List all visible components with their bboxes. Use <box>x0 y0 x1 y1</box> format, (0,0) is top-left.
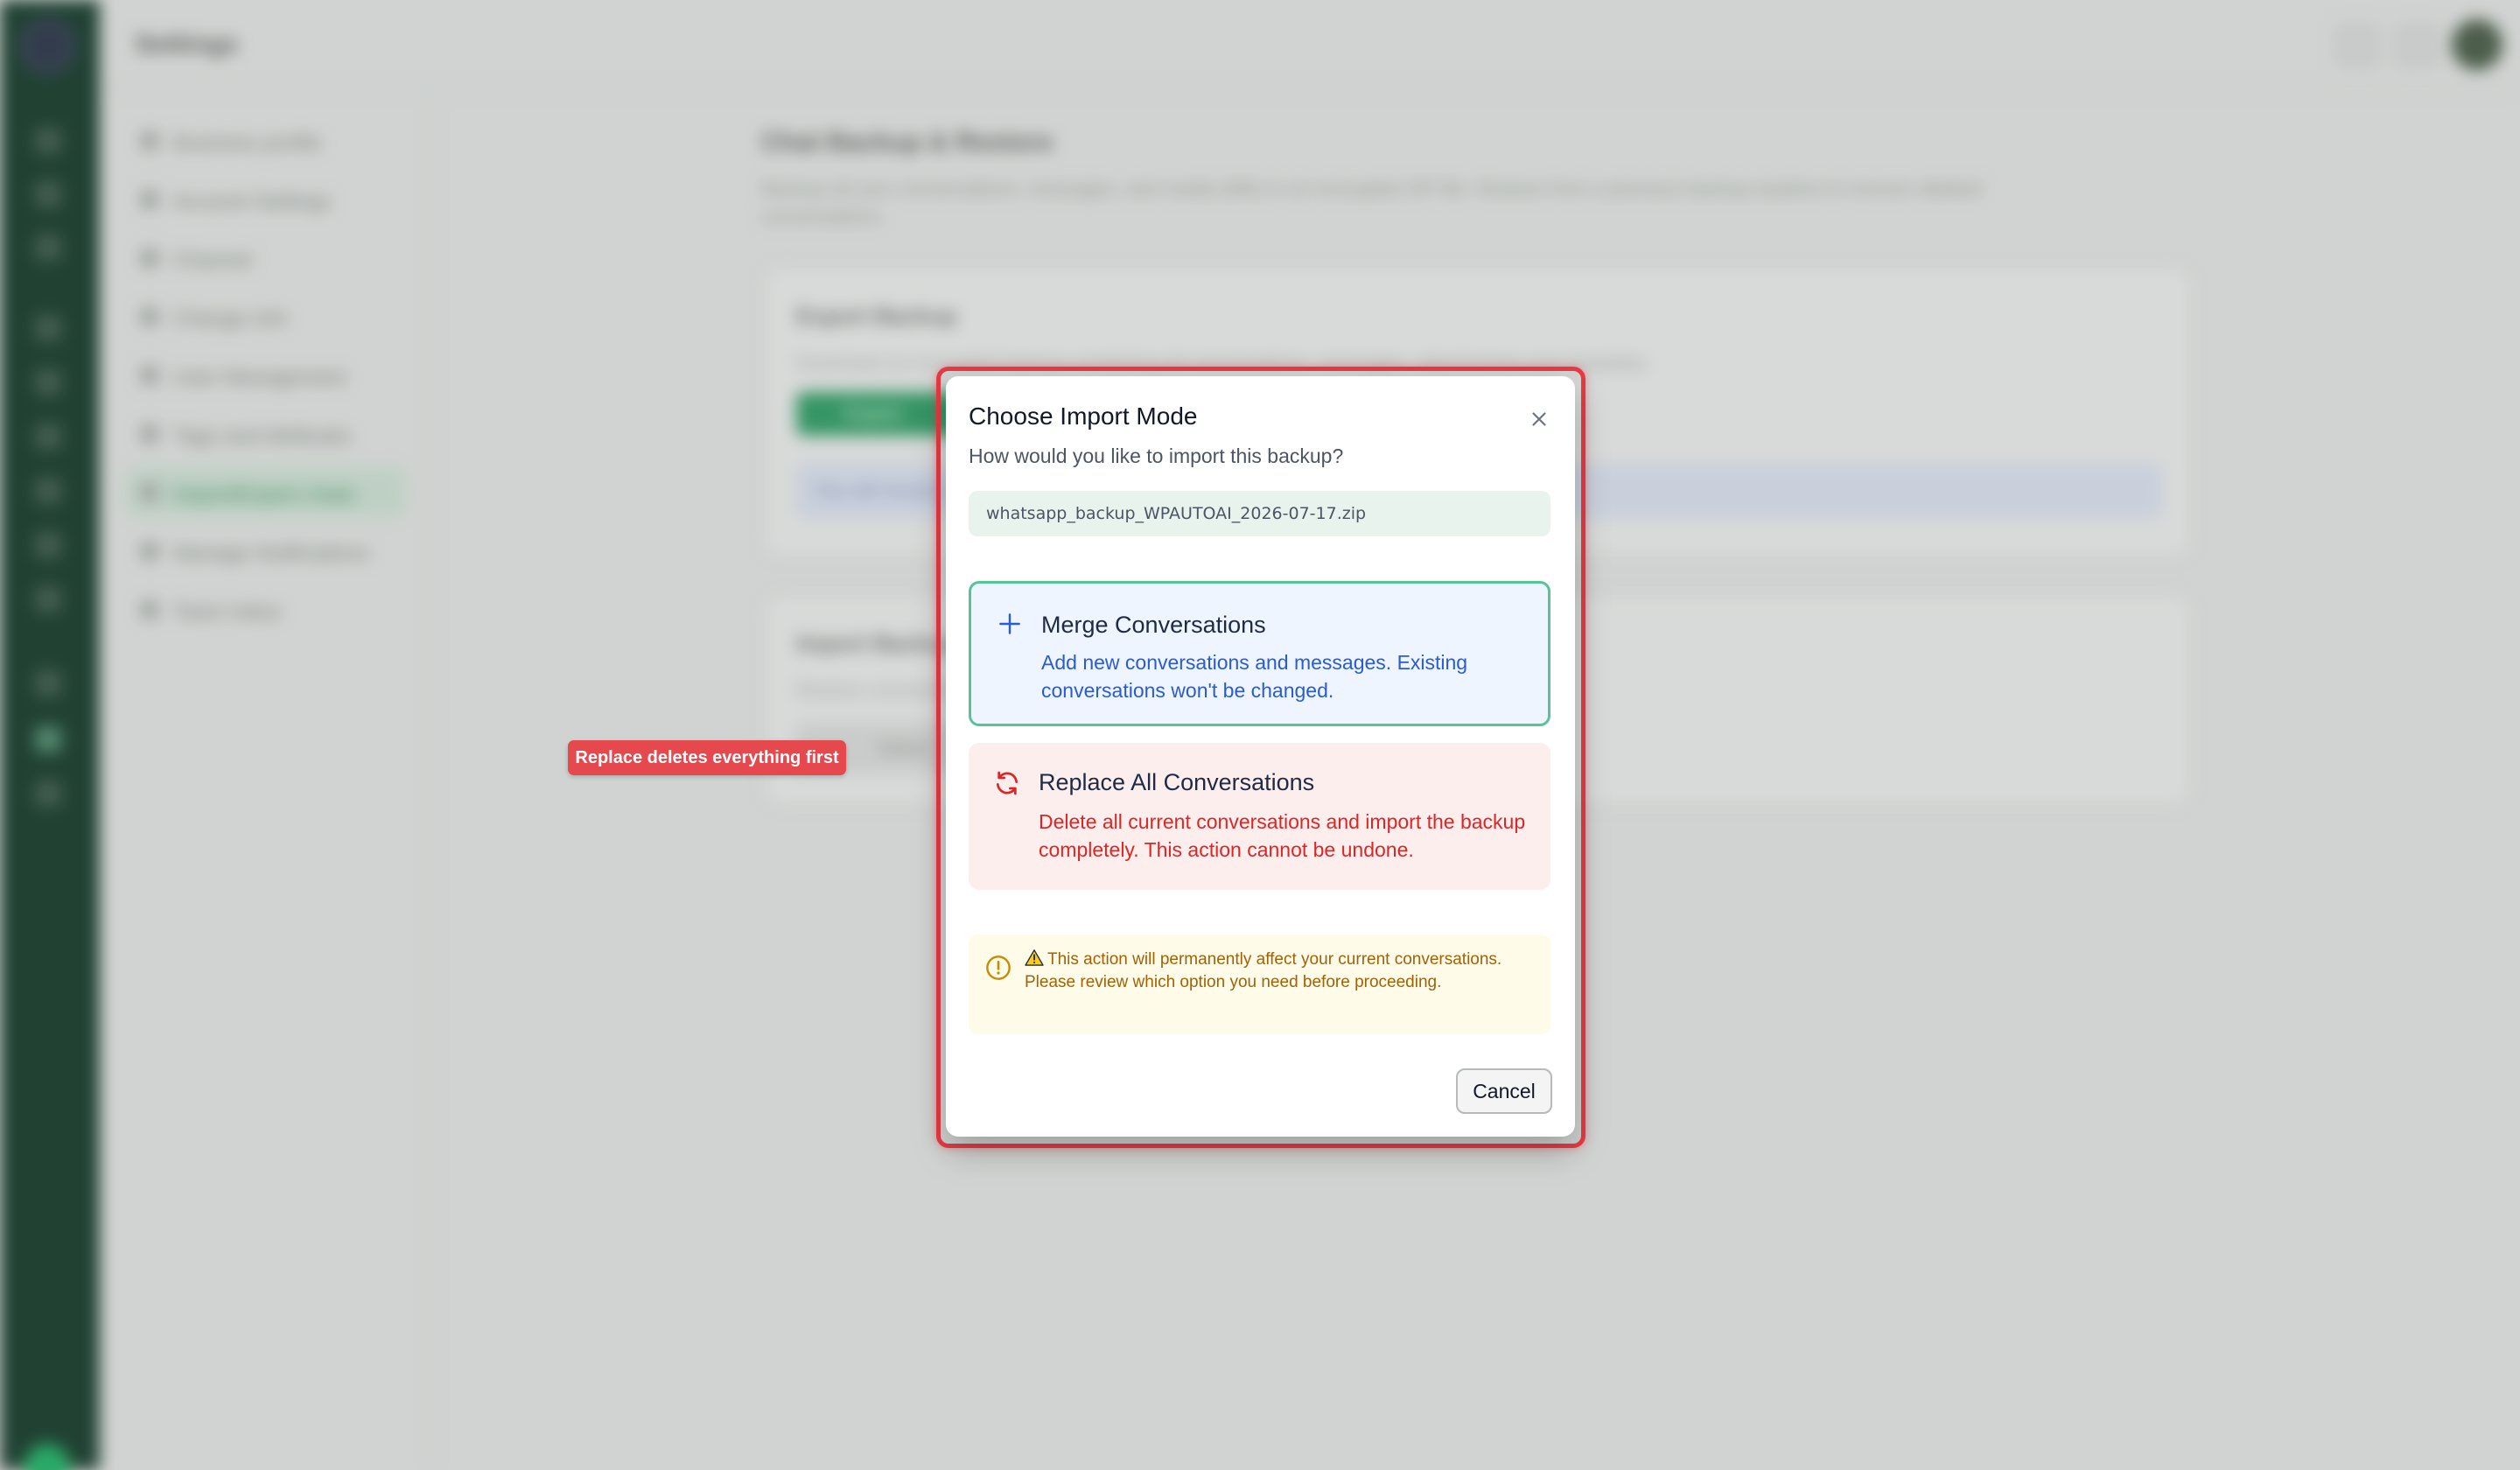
close-icon[interactable] <box>1528 408 1550 430</box>
replace-option-title: Replace All Conversations <box>1039 769 1315 795</box>
hint-tag: Replace deletes everything first <box>568 740 846 775</box>
alert-circle-icon <box>986 956 1011 980</box>
refresh-icon <box>997 771 1018 795</box>
plus-icon <box>999 613 1020 634</box>
replace-all-conversations-option[interactable]: Replace All Conversations Delete all cur… <box>969 743 1550 890</box>
merge-option-title: Merge Conversations <box>1041 612 1266 638</box>
warning-text-block: This action will permanently affect your… <box>1025 948 1523 994</box>
merge-option-description: Add new conversations and messages. Exis… <box>1041 651 1468 702</box>
dialog-title: Choose Import Mode <box>969 402 1198 430</box>
warning-text: This action will permanently affect your… <box>1025 950 1502 991</box>
dialog-subtitle: How would you like to import this backup… <box>969 444 1344 467</box>
merge-conversations-option[interactable]: Merge Conversations Add new conversation… <box>969 581 1550 726</box>
replace-option-description: Delete all current conversations and imp… <box>1039 810 1526 861</box>
warning-triangle-icon <box>1025 949 1044 966</box>
backup-file-name: whatsapp_backup_WPAUTOAI_2026-07-17.zip <box>969 491 1550 536</box>
warning-banner: This action will permanently affect your… <box>969 934 1550 1034</box>
cancel-button[interactable]: Cancel <box>1456 1068 1552 1114</box>
import-mode-dialog: Choose Import Mode How would you like to… <box>946 376 1575 1137</box>
